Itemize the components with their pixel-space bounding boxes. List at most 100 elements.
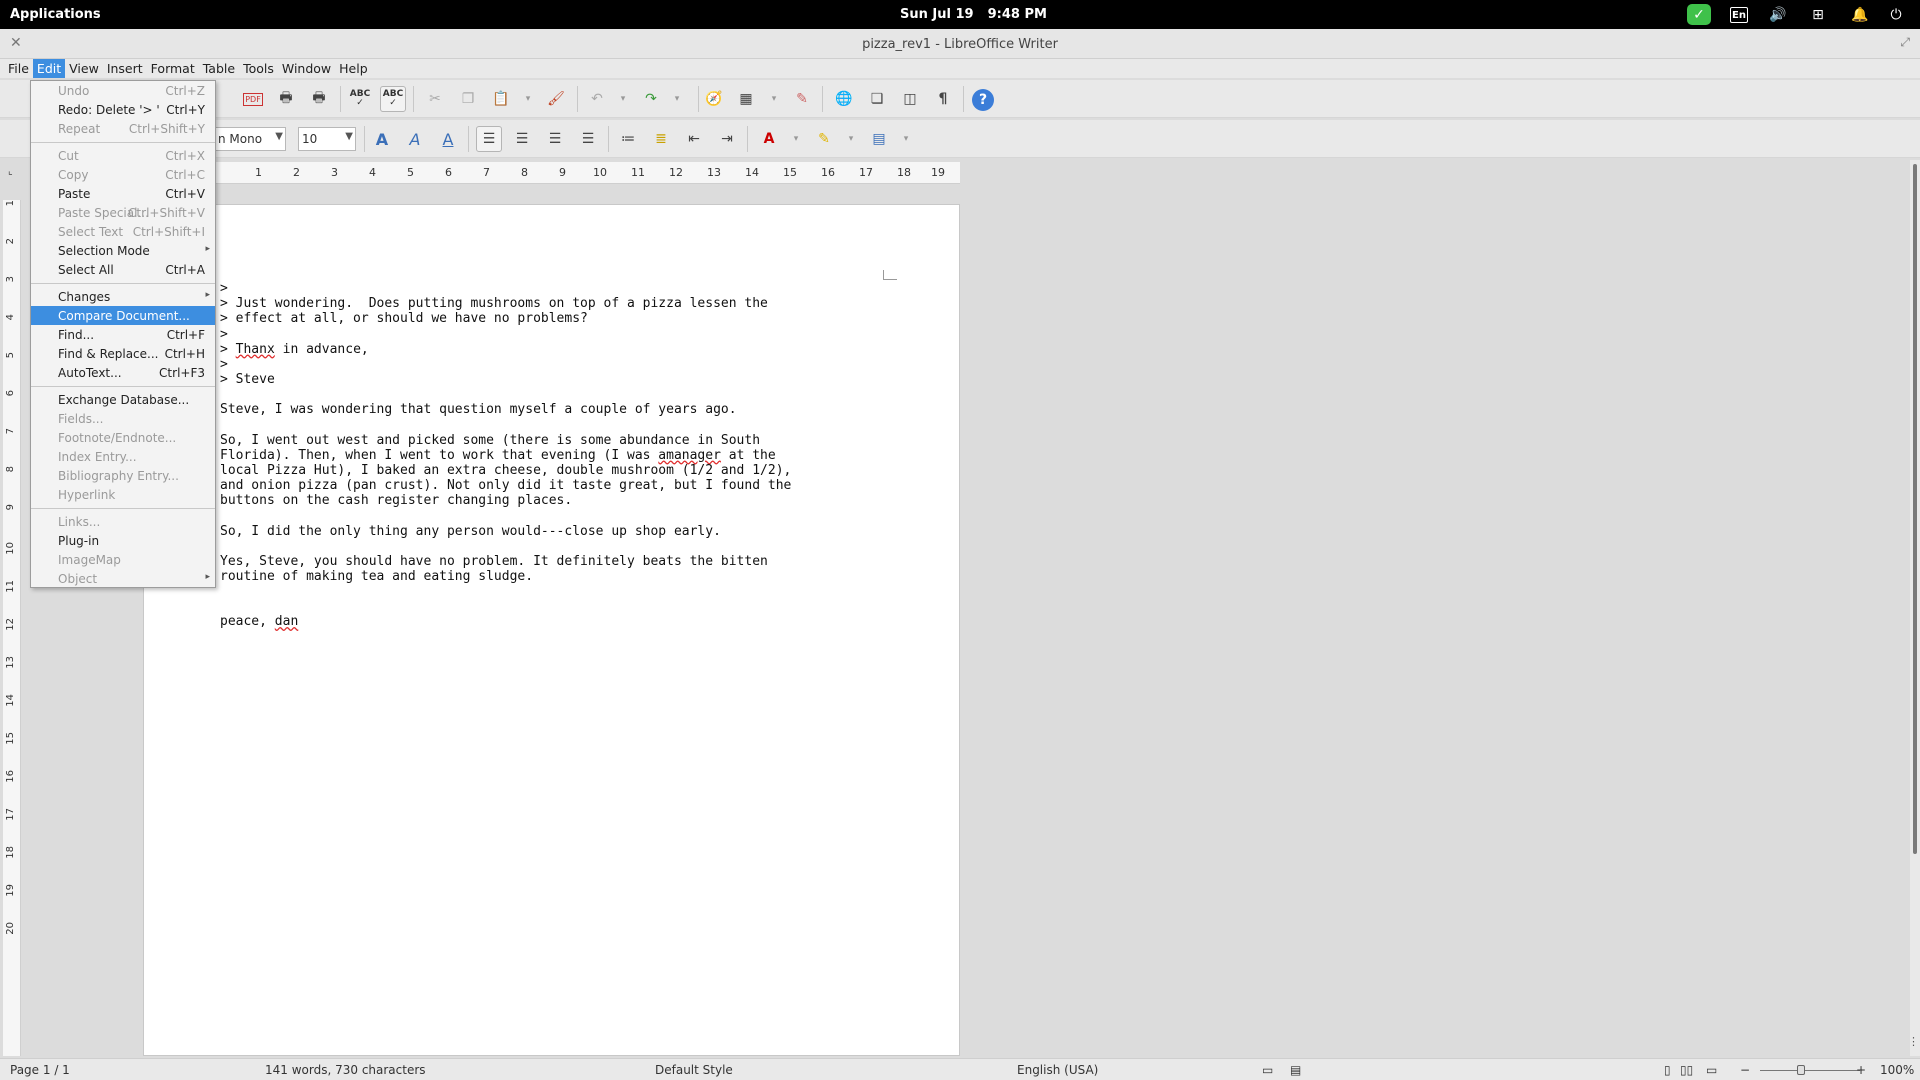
menu-item-autotext[interactable]: AutoText... Ctrl+F3 (31, 363, 215, 382)
align-left-icon[interactable]: ☰ (476, 126, 502, 152)
menu-table[interactable]: Table (199, 59, 239, 78)
menu-format[interactable]: Format (147, 59, 199, 78)
menu-item-find-replace[interactable]: Find & Replace... Ctrl+H (31, 344, 215, 363)
menu-item-repeat[interactable]: Repeat Ctrl+Shift+Y (31, 119, 215, 138)
print-icon[interactable]: 🖶 (273, 86, 299, 112)
menu-item-selection-mode[interactable]: Selection Mode ▸ (31, 241, 215, 260)
menu-insert[interactable]: Insert (103, 59, 147, 78)
navigator-icon[interactable]: 🧭 (701, 86, 727, 112)
menu-item-changes[interactable]: Changes ▸ (31, 287, 215, 306)
vertical-ruler[interactable]: 1 2 3 4 5 6 7 8 9 10 11 12 13 14 15 16 1… (3, 200, 21, 1056)
menu-item-select-text[interactable]: Select Text Ctrl+Shift+I (31, 222, 215, 241)
align-right-icon[interactable]: ☰ (542, 126, 568, 152)
selection-mode-icon[interactable]: ▤ (1290, 1063, 1301, 1077)
menu-tools[interactable]: Tools (239, 59, 278, 78)
paste-icon[interactable]: 📋 (488, 86, 514, 112)
spellcheck-icon[interactable]: ABC ✓ (347, 86, 373, 112)
menu-item-object[interactable]: Object ▸ (31, 569, 215, 588)
show-draw-functions-icon[interactable]: ✎ (789, 86, 815, 112)
decrease-indent-icon[interactable]: ⇤ (681, 126, 707, 152)
print-preview-icon[interactable]: 🖶 (306, 86, 332, 112)
export-pdf-icon[interactable]: PDF (240, 86, 266, 112)
menu-item-exchange-database[interactable]: Exchange Database... (31, 390, 215, 409)
menu-file[interactable]: File (4, 59, 33, 78)
clone-formatting-icon[interactable]: 🖌 (543, 86, 569, 112)
menu-item-cut[interactable]: Cut Ctrl+X (31, 146, 215, 165)
maximize-icon[interactable]: ⤢ (1900, 35, 1910, 50)
align-center-icon[interactable]: ☰ (509, 126, 535, 152)
italic-icon[interactable]: A (402, 126, 428, 152)
chevron-down-icon[interactable]: ▼ (275, 131, 283, 142)
menu-item-links[interactable]: Links... (31, 512, 215, 531)
undo-dropdown-icon[interactable]: ▾ (610, 86, 636, 112)
menu-view[interactable]: View (65, 59, 103, 78)
menu-item-imagemap[interactable]: ImageMap (31, 550, 215, 569)
chevron-down-icon[interactable]: ▼ (345, 131, 353, 142)
menu-item-fields[interactable]: Fields... (31, 409, 215, 428)
notification-bell-icon[interactable]: 🔔 (1848, 4, 1872, 25)
menu-item-footnote-endnote[interactable]: Footnote/Endnote... (31, 428, 215, 447)
single-page-view-icon[interactable]: ▯ (1664, 1063, 1671, 1077)
background-color-dropdown-icon[interactable]: ▾ (893, 126, 919, 152)
font-color-icon[interactable]: A (756, 126, 782, 152)
keyboard-layout-icon[interactable]: En (1730, 7, 1748, 23)
menu-item-index-entry[interactable]: Index Entry... (31, 447, 215, 466)
table-icon[interactable]: ▦ (733, 86, 759, 112)
zoom-out-icon[interactable]: − (1740, 1063, 1750, 1077)
menu-item-undo[interactable]: Undo Ctrl+Z (31, 81, 215, 100)
increase-indent-icon[interactable]: ⇥ (714, 126, 740, 152)
cut-icon[interactable]: ✂ (422, 86, 448, 112)
numbering-icon[interactable]: ≔ (615, 126, 641, 152)
autospellcheck-icon[interactable]: ABC ✓ (380, 86, 406, 112)
zoom-in-icon[interactable]: + (1856, 1063, 1866, 1077)
highlighting-icon[interactable]: ✎ (811, 126, 837, 152)
network-icon[interactable]: ⊞ (1806, 4, 1830, 25)
font-size-combo[interactable]: 10 ▼ (298, 127, 356, 151)
document-text[interactable]: > > Just wondering. Does putting mushroom… (220, 281, 840, 629)
paste-dropdown-icon[interactable]: ▾ (515, 86, 541, 112)
hyperlink-icon[interactable]: 🌐 (831, 86, 857, 112)
font-color-dropdown-icon[interactable]: ▾ (783, 126, 809, 152)
page-indicator[interactable]: Page 1 / 1 (10, 1063, 70, 1077)
horizontal-ruler[interactable]: 1 2 3 4 5 6 7 8 9 10 11 12 13 14 15 16 1… (215, 162, 960, 184)
volume-icon[interactable]: 🔊 (1766, 4, 1790, 25)
menu-item-hyperlink[interactable]: Hyperlink (31, 485, 215, 504)
help-icon[interactable]: ? (970, 87, 996, 113)
menu-item-plugin[interactable]: Plug-in (31, 531, 215, 550)
menu-help[interactable]: Help (335, 59, 372, 78)
menu-item-select-all[interactable]: Select All Ctrl+A (31, 260, 215, 279)
menu-item-paste-special[interactable]: Paste Special... Ctrl+Shift+V (31, 203, 215, 222)
menu-window[interactable]: Window (278, 59, 335, 78)
menu-item-bibliography-entry[interactable]: Bibliography Entry... (31, 466, 215, 485)
menu-item-compare-document[interactable]: Compare Document... (31, 306, 215, 325)
menu-item-paste[interactable]: Paste Ctrl+V (31, 184, 215, 203)
clock[interactable]: Sun Jul 19 9:48 PM (900, 7, 1061, 22)
data-sources-icon[interactable]: ◫ (897, 86, 923, 112)
scrollbar-thumb[interactable] (1913, 164, 1917, 854)
justify-icon[interactable]: ☰ (575, 126, 601, 152)
zoom-level[interactable]: 100% (1880, 1063, 1914, 1077)
undo-icon[interactable]: ↶ (584, 86, 610, 112)
word-count[interactable]: 141 words, 730 characters (265, 1063, 426, 1077)
redo-icon[interactable]: ↷ (638, 86, 664, 112)
insert-mode-icon[interactable]: ▭ (1262, 1063, 1273, 1077)
check-icon[interactable]: ✓ (1687, 4, 1711, 25)
zoom-slider[interactable] (1760, 1070, 1860, 1071)
menu-edit[interactable]: Edit (32, 59, 66, 78)
multi-page-view-icon[interactable]: ▯▯ (1680, 1063, 1693, 1077)
book-view-icon[interactable]: ▭ (1706, 1063, 1717, 1077)
bold-icon[interactable]: A (369, 126, 395, 152)
formatting-marks-icon[interactable]: ¶ (930, 86, 956, 112)
table-dropdown-icon[interactable]: ▾ (761, 86, 787, 112)
menu-item-redo[interactable]: Redo: Delete '> ' Ctrl+Y (31, 100, 215, 119)
applications-menu[interactable]: Applications (10, 7, 101, 22)
redo-dropdown-icon[interactable]: ▾ (664, 86, 690, 112)
copy-icon[interactable]: ❐ (455, 86, 481, 112)
tab-stop-selector-icon[interactable]: ⌞ (8, 166, 13, 177)
menu-item-find[interactable]: Find... Ctrl+F (31, 325, 215, 344)
language[interactable]: English (USA) (1017, 1063, 1098, 1077)
page-style[interactable]: Default Style (655, 1063, 733, 1077)
font-name-combo[interactable]: n Mono ▼ (214, 127, 286, 151)
vertical-scrollbar[interactable] (1910, 160, 1920, 1056)
background-color-icon[interactable]: ▤ (866, 126, 892, 152)
